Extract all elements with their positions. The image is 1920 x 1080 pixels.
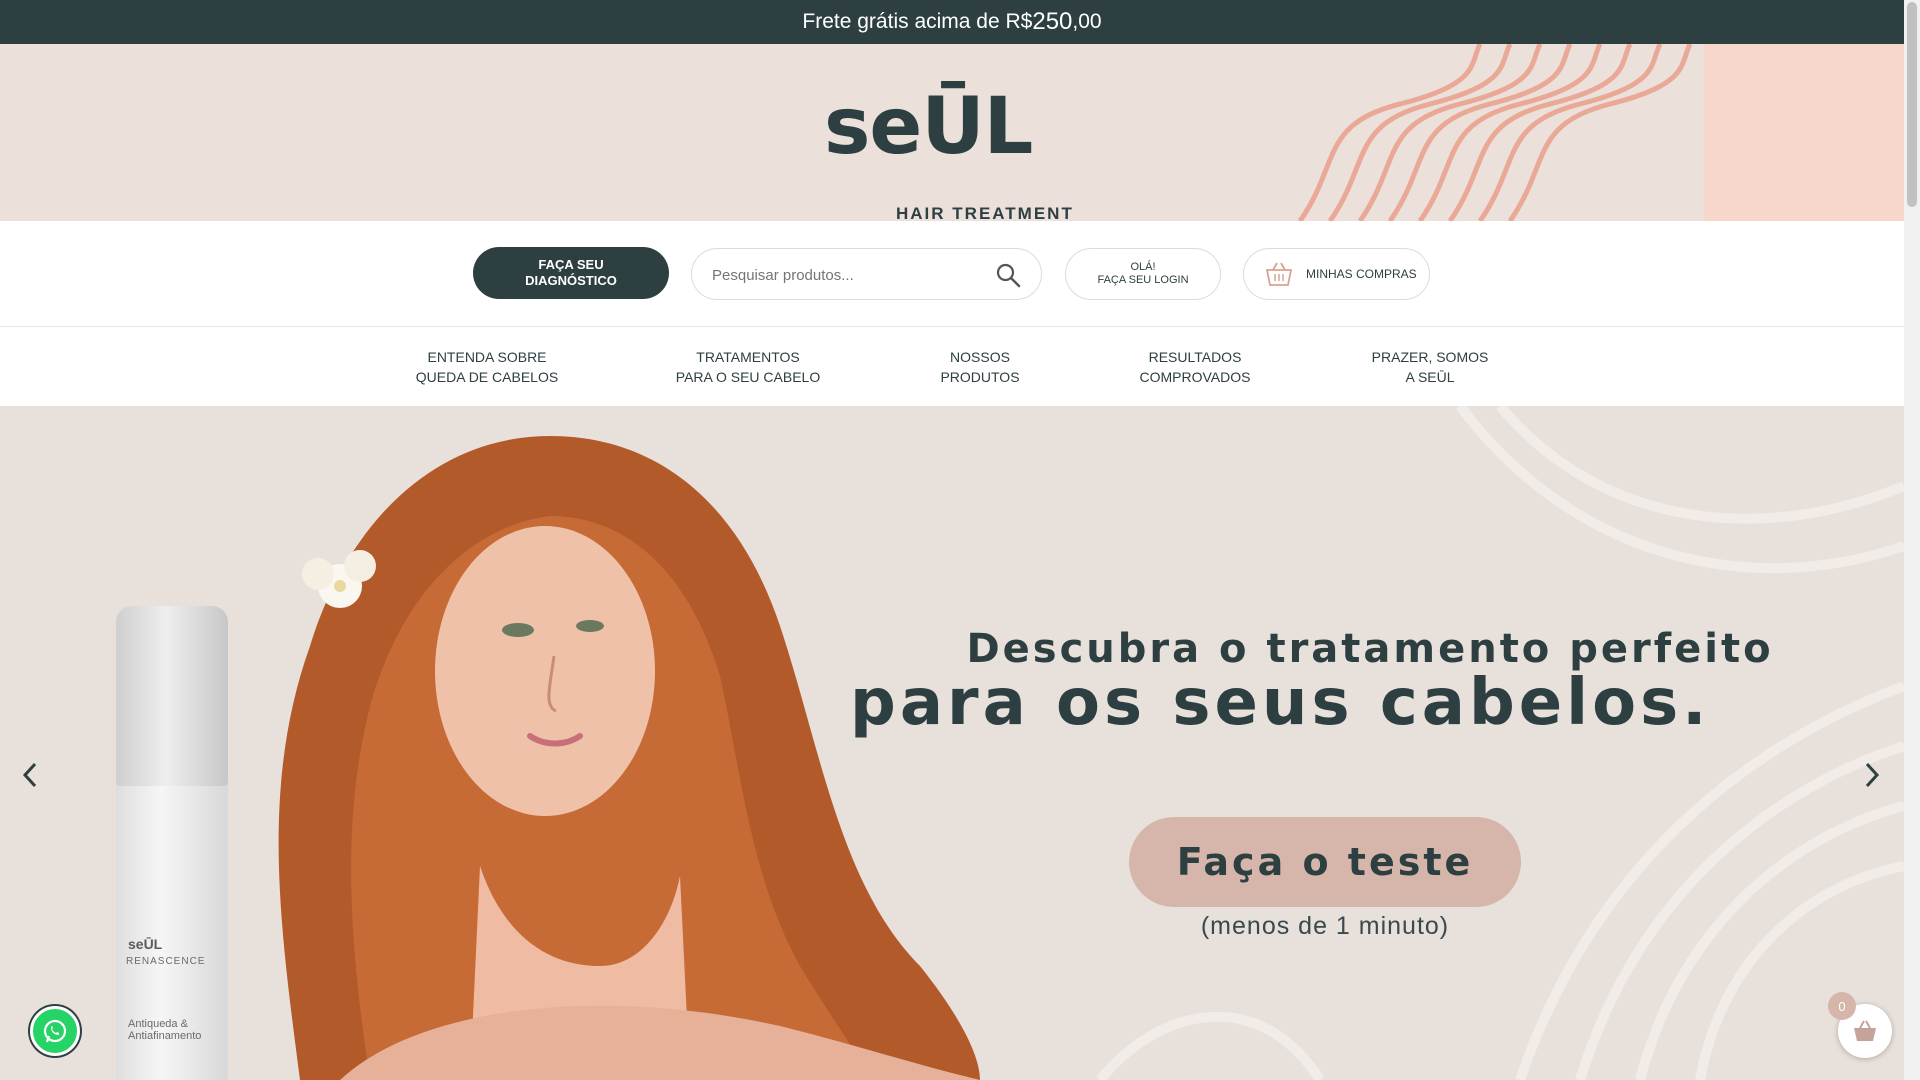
scrollbar-thumb[interactable] [1907,2,1917,207]
nav-item-about[interactable]: PRAZER, SOMOS A SEŪL [1365,347,1495,387]
whatsapp-button[interactable] [30,1006,80,1056]
nav-item-treatments[interactable]: TRATAMENTOS PARA O SEU CABELO [668,347,828,387]
model-photo [278,436,980,1080]
take-test-button[interactable]: Faça o teste [1129,817,1521,907]
hero-banner[interactable]: seŪL RENASCENCE Antiqueda & Antiafinamen… [0,406,1904,1080]
main-nav: ENTENDA SOBRE QUEDA DE CABELOS TRATAMENT… [0,327,1904,406]
search-icon[interactable] [995,262,1021,288]
search-input[interactable] [712,263,982,287]
product-bottle: seŪL RENASCENCE Antiqueda & Antiafinamen… [112,606,232,1080]
announcement-prefix: Frete grátis acima de R$ [802,10,1033,33]
announcement-cents: ,00 [1072,10,1102,33]
search-box [691,248,1042,300]
page-scrollbar[interactable] [1904,0,1920,1080]
whatsapp-icon [43,1019,67,1043]
my-purchases-label: MINHAS COMPRAS [1306,267,1417,281]
site-header: seŪL HAIR TREATMENT [0,44,1904,221]
announcement-amount: 250 [1032,8,1073,35]
nav-item-products[interactable]: NOSSOS PRODUTOS [920,347,1040,387]
nav-item-hair-loss[interactable]: ENTENDA SOBRE QUEDA DE CABELOS [412,347,562,387]
chevron-left-icon[interactable] [20,760,40,790]
take-test-subtitle: (menos de 1 minuto) [1200,912,1450,940]
header-accent-shape [1704,44,1904,221]
product-description: Antiqueda & Antiafinamento [128,1018,202,1042]
basket-icon [1265,262,1293,286]
login-button[interactable]: OLÁ! FAÇA SEU LOGIN [1065,248,1221,300]
product-line: RENASCENCE [126,956,206,967]
product-brand: seŪL [128,936,163,952]
decorative-waves [1297,44,1693,221]
logo-wordmark: seŪL [824,82,1033,172]
nav-item-results[interactable]: RESULTADOS COMPROVADOS [1130,347,1260,387]
chevron-right-icon[interactable] [1862,760,1882,790]
logo-tagline: HAIR TREATMENT [896,204,1074,221]
diagnostic-button[interactable]: FAÇA SEU DIAGNÓSTICO [473,247,669,299]
announcement-bar: Frete grátis acima de R$ 250,00 [0,0,1904,44]
action-bar: FAÇA SEU DIAGNÓSTICO OLÁ! FAÇA SEU LOGIN… [0,221,1904,327]
basket-icon [1854,1020,1876,1041]
my-purchases-button[interactable]: MINHAS COMPRAS [1243,248,1430,300]
cart-count-badge: 0 [1828,992,1856,1020]
site-logo[interactable]: seŪL HAIR TREATMENT [820,82,1080,221]
hero-headline-large: para os seus cabelos. [850,666,1711,740]
